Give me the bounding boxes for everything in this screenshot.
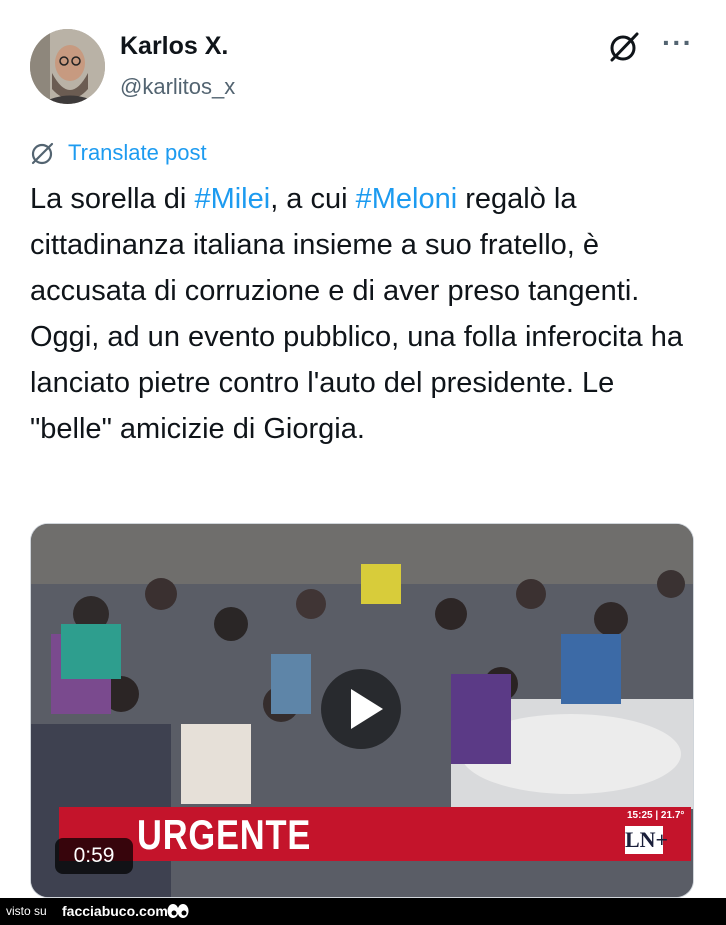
translate-icon: [31, 142, 54, 165]
watermark-prefix: visto su: [6, 904, 47, 918]
translate-post-link[interactable]: Translate post: [30, 140, 207, 166]
author-handle[interactable]: @karlitos_x: [120, 74, 235, 100]
more-options-icon[interactable]: ···: [662, 29, 693, 57]
video-duration: 0:59: [55, 838, 133, 874]
avatar-image: [30, 29, 105, 104]
urgente-banner: URGENTE 15:25 | 21.7° LN+: [59, 807, 691, 861]
video-player[interactable]: URGENTE 15:25 | 21.7° LN+ 0:59: [30, 523, 694, 898]
channel-logo: LN+: [625, 826, 669, 854]
banner-time-info: 15:25 | 21.7°: [627, 810, 685, 821]
translate-post-label: Translate post: [68, 140, 207, 165]
eyes-icon: [167, 904, 189, 918]
post-text-part: , a cui: [270, 183, 356, 215]
grok-icon[interactable]: [607, 30, 641, 64]
post-text: La sorella di #Milei, a cui #Meloni rega…: [30, 176, 700, 452]
post-text-part: La sorella di: [30, 183, 195, 215]
post-text-part: regalò la cittadinanza italiana insieme …: [30, 183, 683, 445]
watermark-bar: visto su facciabuco.com: [0, 898, 726, 925]
play-icon: [351, 689, 383, 729]
watermark-brand: facciabuco.com: [62, 903, 168, 919]
play-button[interactable]: [321, 669, 401, 749]
avatar[interactable]: [30, 29, 105, 104]
banner-text: URGENTE: [137, 811, 312, 858]
author-name[interactable]: Karlos X.: [120, 32, 228, 61]
hashtag-milei[interactable]: #Milei: [194, 183, 270, 215]
hashtag-meloni[interactable]: #Meloni: [356, 183, 458, 215]
